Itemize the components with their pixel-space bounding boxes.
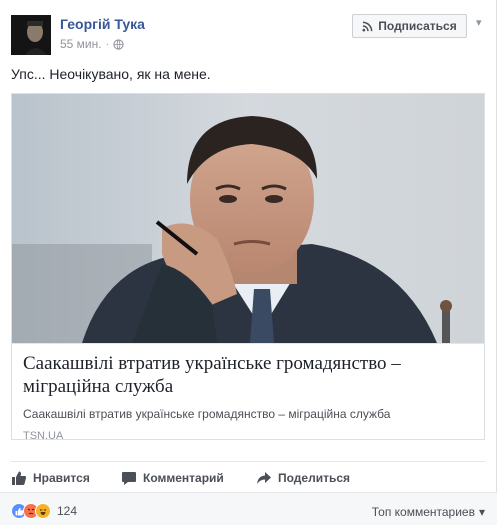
post-actions-bar: Нравится Комментарий Поделиться: [11, 461, 485, 491]
share-label: Поделиться: [278, 470, 351, 485]
link-preview-image[interactable]: [12, 94, 484, 343]
post-timestamp[interactable]: 55 мин.: [60, 37, 102, 51]
chevron-down-icon: ▾: [478, 505, 485, 519]
rss-icon: [362, 21, 373, 32]
subscribe-label: Подписаться: [378, 19, 457, 33]
author-avatar[interactable]: [11, 15, 51, 55]
link-preview-body: Саакашвілі втратив українське громадянст…: [12, 343, 484, 442]
speech-bubble-icon: [122, 471, 136, 485]
post-meta: 55 мин. ·: [60, 37, 124, 51]
comment-label: Комментарий: [143, 470, 224, 485]
reactions-footer: 124 Топ комментариев ▾: [0, 492, 497, 525]
share-arrow-icon: [257, 471, 271, 484]
link-preview-domain: TSN.UA: [23, 430, 64, 442]
thumbs-up-icon: [12, 471, 27, 485]
link-preview-description: Саакашвілі втратив українське громадянст…: [23, 407, 391, 421]
comment-sort-label: Топ комментариев: [371, 505, 475, 519]
post-options-chevron-icon[interactable]: ▾: [476, 16, 482, 29]
share-button[interactable]: Поделиться: [256, 464, 396, 491]
reaction-count[interactable]: 124: [57, 504, 77, 518]
comment-button[interactable]: Комментарий: [121, 464, 256, 491]
author-name[interactable]: Георгій Тука: [60, 16, 145, 32]
facebook-post: Георгій Тука 55 мин. · Подписаться ▾ Упс…: [0, 0, 497, 525]
link-preview-card[interactable]: Саакашвілі втратив українське громадянст…: [11, 93, 485, 442]
subscribe-button[interactable]: Подписаться: [352, 14, 467, 38]
haha-reaction-icon: [35, 503, 51, 519]
globe-icon[interactable]: [113, 38, 124, 50]
like-button[interactable]: Нравится: [11, 464, 121, 491]
post-text: Упс... Неочікувано, як на мене.: [11, 66, 211, 82]
meta-separator: ·: [105, 38, 109, 50]
comment-sort-dropdown[interactable]: Топ комментариев ▾: [372, 505, 485, 519]
like-label: Нравится: [33, 470, 90, 485]
reactions-summary[interactable]: 124: [11, 503, 77, 519]
link-preview-title[interactable]: Саакашвілі втратив українське громадянст…: [23, 352, 473, 398]
